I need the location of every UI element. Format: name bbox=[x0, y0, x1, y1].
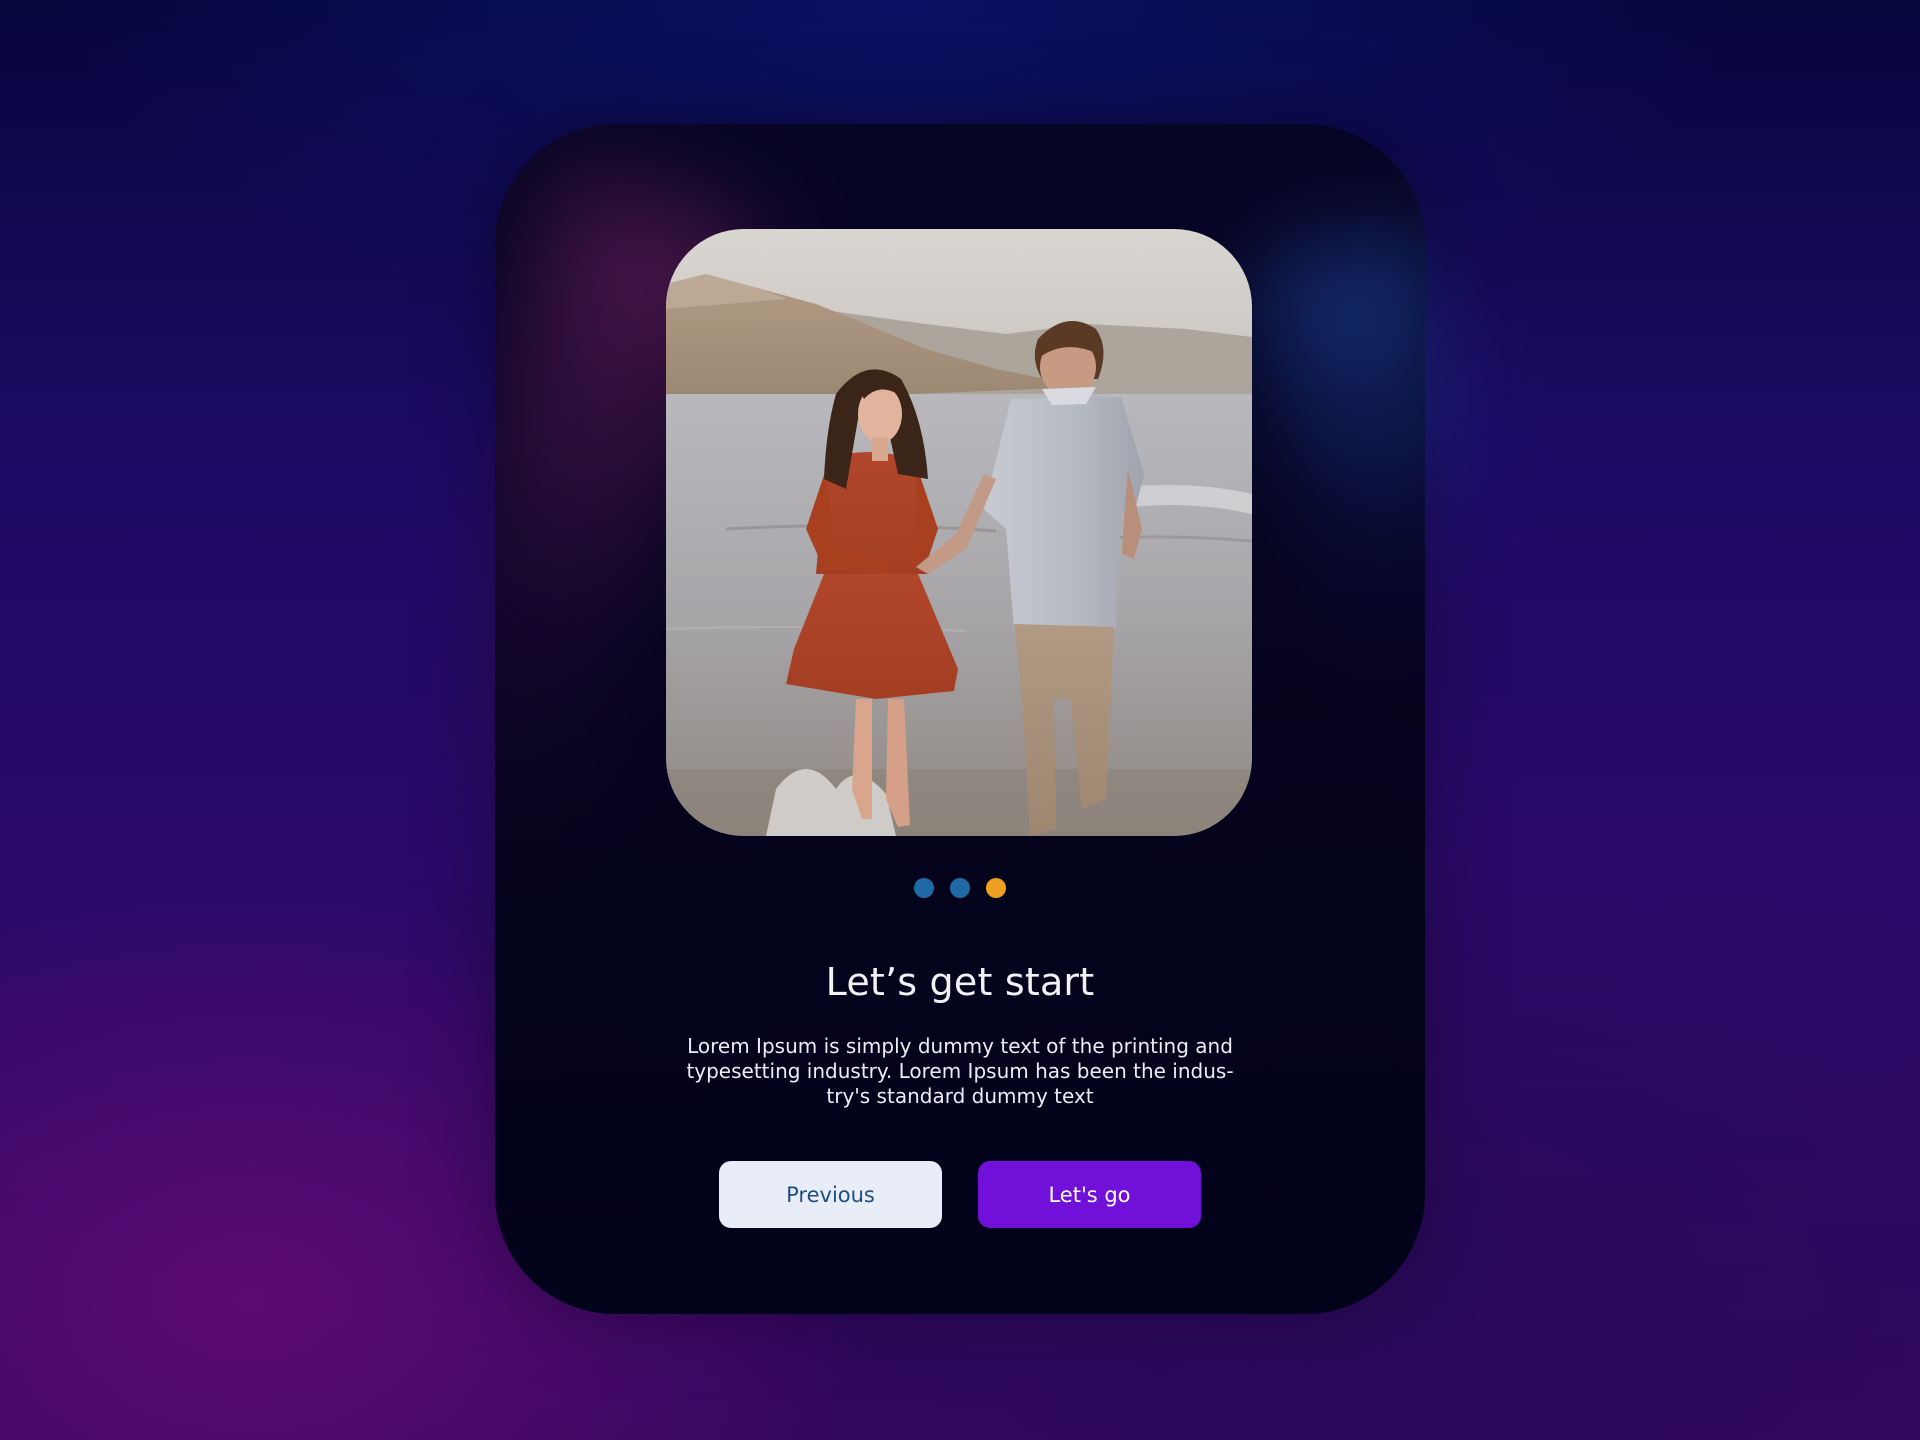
onboarding-card: Let’s get start Lorem Ipsum is simply du… bbox=[495, 124, 1425, 1314]
previous-button[interactable]: Previous bbox=[719, 1161, 942, 1228]
hero-photo bbox=[666, 229, 1252, 836]
card-glow-right bbox=[1253, 229, 1425, 679]
pagination-dot-2[interactable] bbox=[950, 878, 970, 898]
couple-on-beach-image bbox=[666, 229, 1252, 836]
lets-go-button[interactable]: Let's go bbox=[978, 1161, 1201, 1228]
pagination-dot-3-active[interactable] bbox=[986, 878, 1006, 898]
pagination-dot-1[interactable] bbox=[914, 878, 934, 898]
pagination-dots bbox=[495, 878, 1425, 898]
onboarding-title: Let’s get start bbox=[825, 960, 1095, 1004]
onboarding-description: Lorem Ipsum is simply dummy text of the … bbox=[686, 1034, 1234, 1108]
